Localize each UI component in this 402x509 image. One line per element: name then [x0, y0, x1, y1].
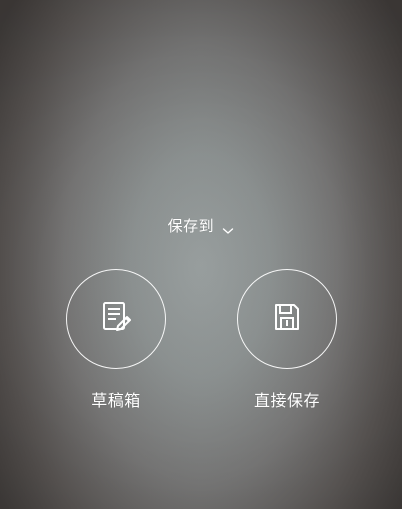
save-to-title: 保存到: [167, 217, 215, 235]
draft-box-option[interactable]: 草稿箱: [56, 269, 176, 411]
save-options-overlay: [0, 0, 402, 509]
save-icon: [267, 297, 307, 341]
draft-icon: [96, 297, 136, 341]
direct-save-circle[interactable]: [237, 269, 337, 369]
draft-box-circle[interactable]: [66, 269, 166, 369]
direct-save-label: 直接保存: [253, 391, 320, 410]
chevron-down-icon: [222, 222, 234, 234]
draft-box-label: 草稿箱: [91, 391, 141, 410]
save-to-selector[interactable]: 保存到: [0, 215, 402, 236]
direct-save-option[interactable]: 直接保存: [227, 269, 347, 411]
